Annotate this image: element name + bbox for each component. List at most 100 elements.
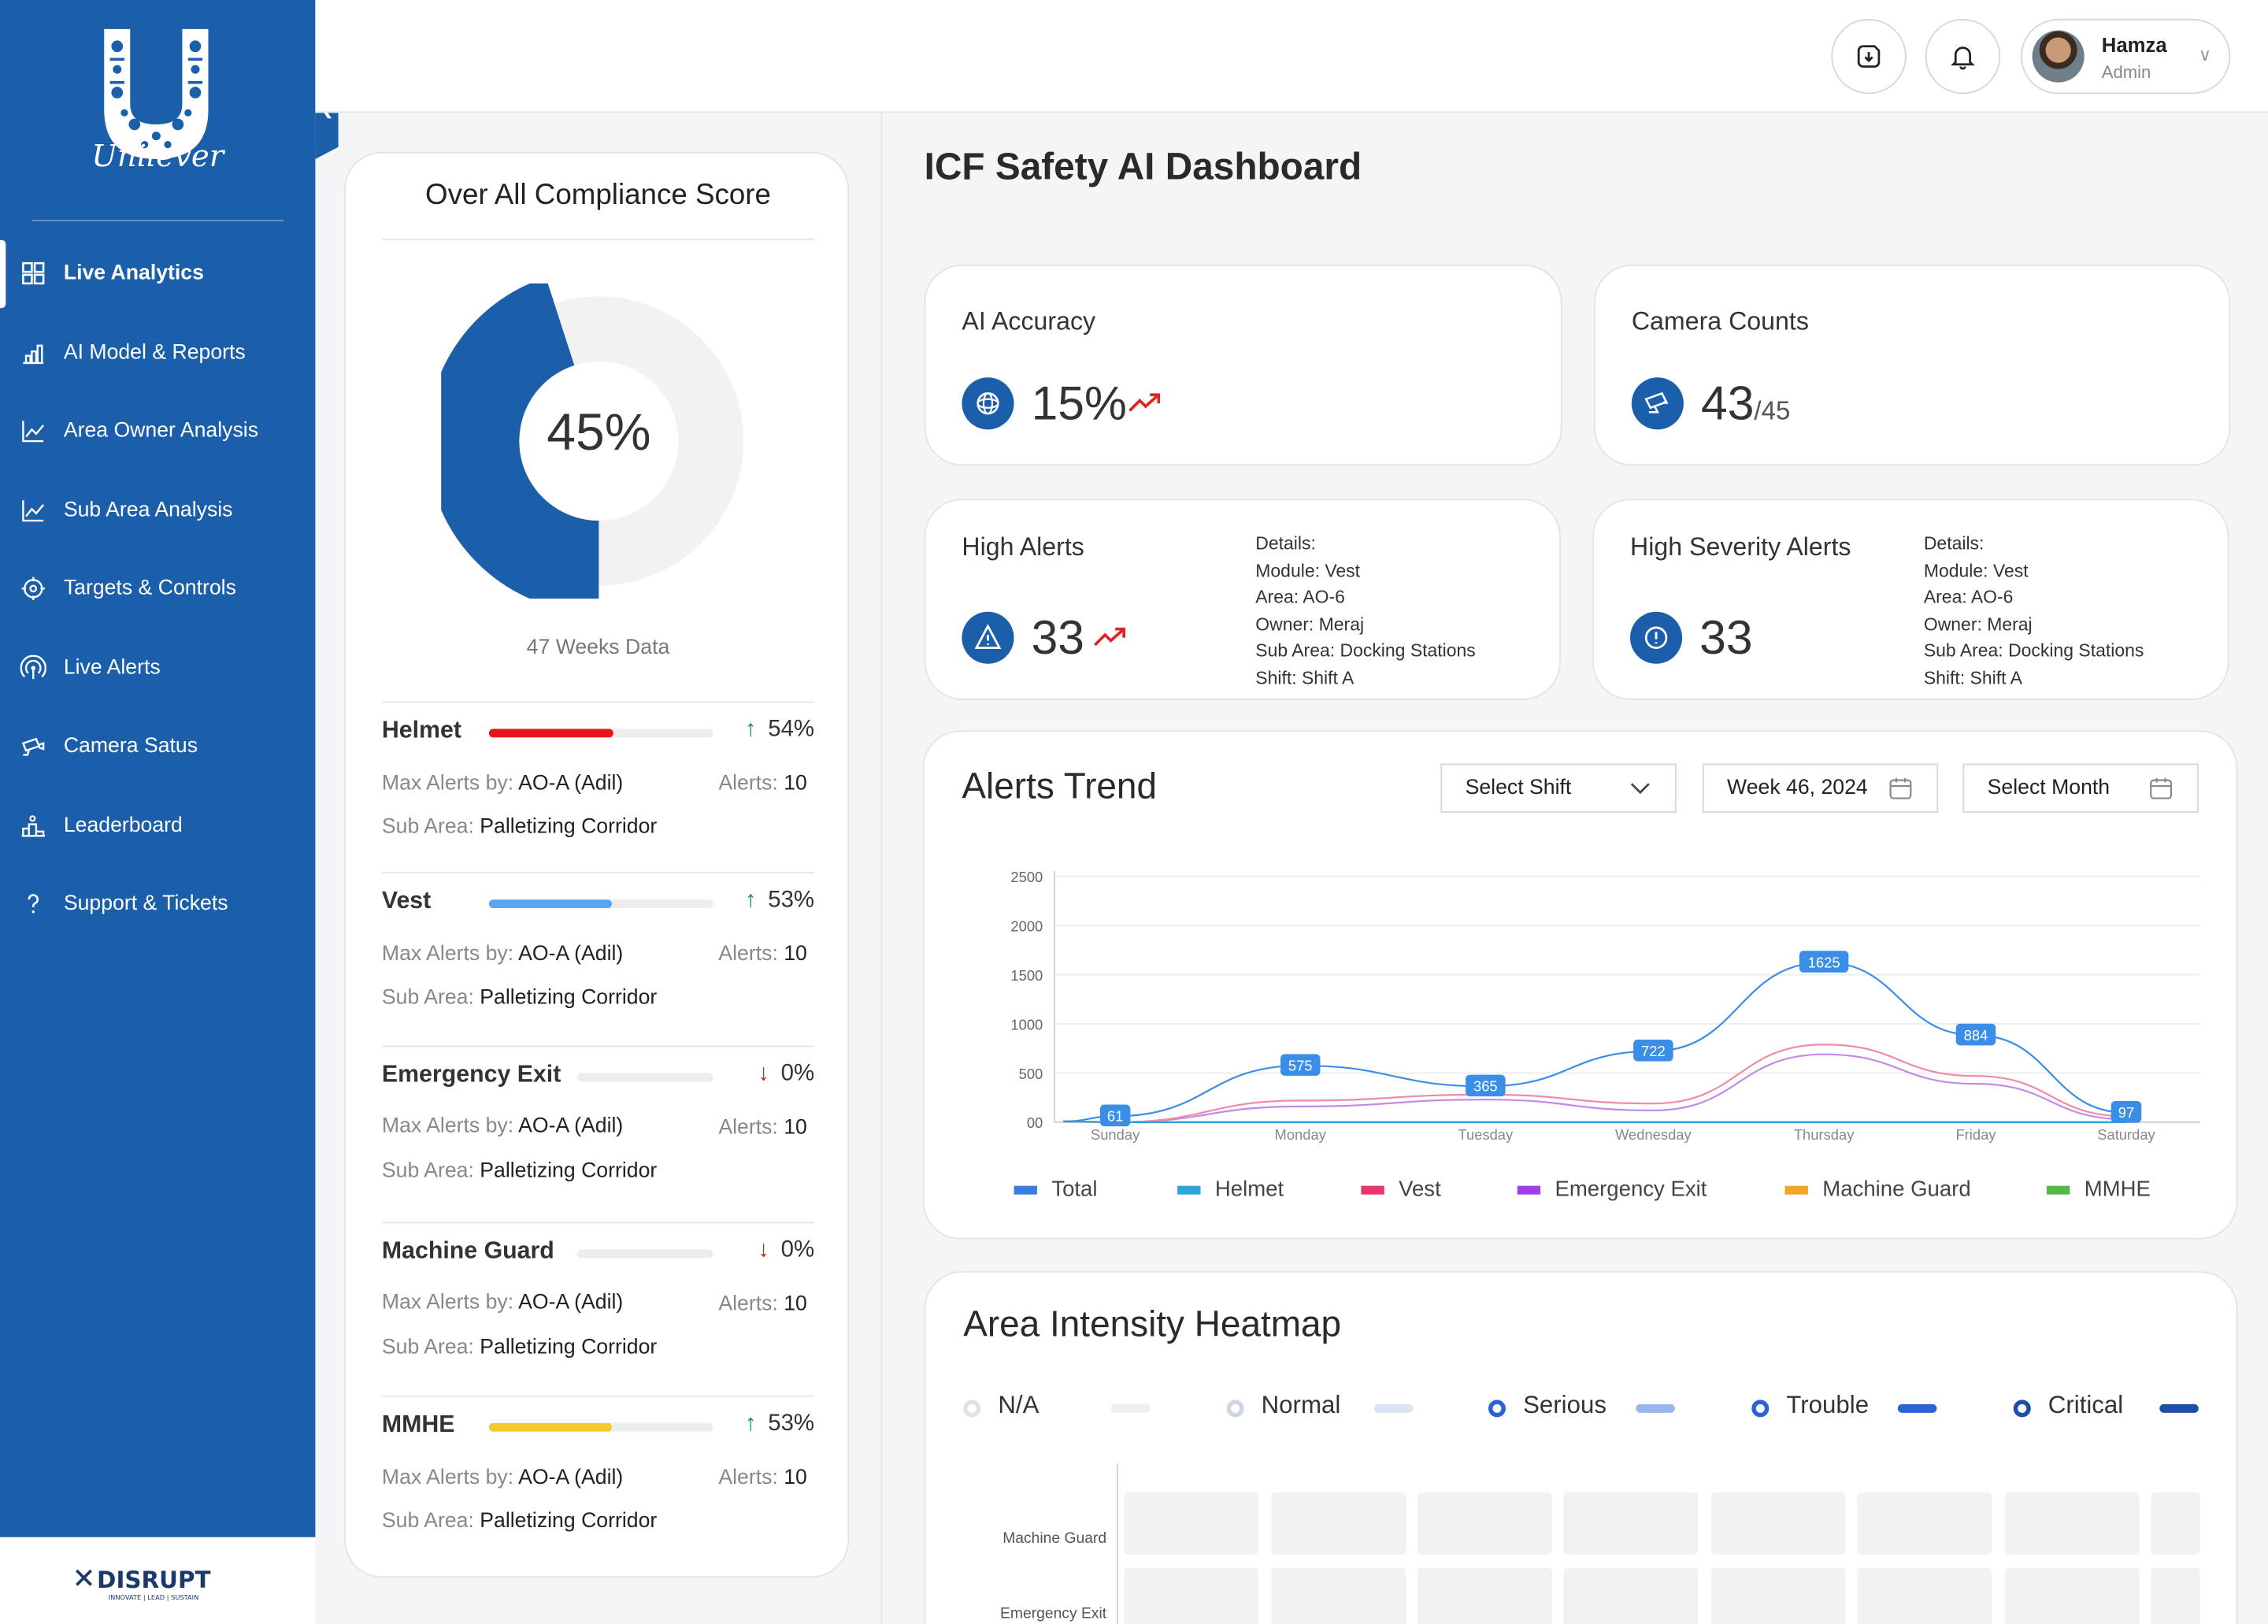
alerts-label: Alerts: [718,1116,778,1140]
arrow-up-icon: ↑ [744,1411,757,1437]
arrow-up-icon: ↑ [744,717,757,742]
legend-label: Machine Guard [1822,1177,1971,1202]
legend-bar [2159,1403,2199,1413]
heatmap-cell[interactable] [1857,1567,1992,1624]
sub-area-row: Sub Area: Palletizing Corridor [382,1510,657,1533]
series-line-emergency-exit [1062,1053,2126,1123]
camera-counts-card: Camera Counts 43/45 [1594,265,2231,466]
user-menu[interactable]: Hamza Admin ∨ [2020,18,2231,95]
legend-item[interactable]: MMHE [2046,1177,2151,1202]
category-name: Machine Guard [381,1237,554,1264]
y-tick-label: 500 [1019,1066,1043,1082]
heatmap-title: Area Intensity Heatmap [963,1304,1342,1345]
legend-bar [1373,1403,1414,1413]
sub-area-label: Sub Area: [381,1509,474,1533]
legend-label: Total [1051,1177,1098,1202]
download-button[interactable] [1831,18,1907,95]
category-progress-bar [576,1073,713,1082]
sub-area-value: Palletizing Corridor [480,1509,658,1533]
legend-swatch [1784,1185,1808,1194]
category-item: Emergency Exit ↓ 0% Max Alerts by: AO-A (Ad… [381,1047,815,1224]
legend-item[interactable]: Helmet [1177,1177,1284,1202]
line-chart-icon [22,421,45,443]
heatmap-cell[interactable] [1124,1492,1258,1555]
heatmap-cell[interactable] [1563,1567,1699,1624]
legend-bar [1897,1403,1937,1413]
heatmap-row-label: Emergency Exit [1000,1605,1107,1623]
alerts-count: Alerts: 10 [718,1117,807,1140]
sidebar-item-camera-satus[interactable]: Camera Satus [0,707,315,786]
legend-item[interactable]: Emergency Exit [1517,1177,1707,1202]
heatmap-cell[interactable] [2004,1492,2140,1555]
divider [381,238,815,240]
category-pct-value: 0% [780,1237,815,1262]
heatmap-card: Area Intensity Heatmap N/A Normal Serious T… [924,1270,2238,1624]
sidebar-item-support-tickets[interactable]: Support & Tickets [0,865,315,944]
sub-area-label: Sub Area: [381,1336,474,1359]
camera-icon [21,738,45,757]
heatmap-cell[interactable] [1271,1492,1406,1555]
high-severity-card: High Severity Alerts 33 Details: Module: … [1592,499,2229,700]
category-percentage: ↑ 53% [745,1411,814,1437]
top-bar: Hamza Admin ∨ [315,0,2268,113]
sidebar-item-live-alerts[interactable]: Live Alerts [0,628,315,707]
camera-count-number: 43 [1700,376,1755,430]
heatmap-cell[interactable] [1271,1567,1406,1624]
heatmap-cell[interactable] [1710,1567,1846,1624]
heatmap-cell[interactable] [1563,1492,1699,1555]
user-name: Hamza [2101,33,2167,57]
legend-item[interactable]: Total [1014,1177,1098,1202]
arrow-up-icon: ↑ [744,888,757,913]
heatmap-cell[interactable] [1710,1492,1846,1555]
heatmap-cell[interactable] [2151,1567,2200,1624]
max-alerts-label: Max Alerts by: [381,943,514,966]
heatmap-cell[interactable] [1857,1492,1992,1555]
svg-text:INNOVATE | LEAD | SUSTAIN: INNOVATE | LEAD | SUSTAIN [109,1593,199,1601]
legend-label: Critical [2048,1391,2124,1419]
y-tick-label: 00 [1027,1114,1043,1131]
sidebar-nav: Live Analytics AI Model & Reports Area Own… [0,234,315,944]
sub-area-value: Palletizing Corridor [480,1159,658,1183]
sidebar-item-ai-model-reports[interactable]: AI Model & Reports [0,313,315,392]
sub-area-value: Palletizing Corridor [480,986,658,1010]
legend-bar [1110,1403,1151,1413]
sidebar-item-live-analytics[interactable]: Live Analytics [0,234,315,313]
category-name: MMHE [381,1411,455,1438]
sidebar-item-targets-controls[interactable]: Targets & Controls [0,550,315,628]
legend-label: Trouble [1786,1391,1870,1419]
sidebar-item-area-owner-analysis[interactable]: Area Owner Analysis [0,392,315,471]
detail-line: Module: Vest [1923,560,2029,581]
max-alerts-label: Max Alerts by: [381,1466,514,1490]
heatmap-cell[interactable] [2004,1567,2140,1624]
avatar [2032,30,2085,83]
heatmap-cell[interactable] [2151,1492,2200,1555]
max-alerts-owner: AO-A (Adil) [518,1466,624,1490]
notifications-button[interactable] [1925,18,2001,95]
x-tick-label: Saturday [2097,1126,2155,1143]
kpi-title: High Alerts [962,532,1084,562]
bell-icon [1951,46,1975,70]
grid-icon [22,262,45,285]
detail-line: Shift: Shift A [1923,667,2022,688]
high-severity-details: Details: Module: Vest Area: AO-6 Owner: Mer… [1924,531,2144,691]
category-name: Vest [381,888,432,914]
legend-item[interactable]: Machine Guard [1784,1177,1971,1202]
sidebar-item-sub-area-analysis[interactable]: Sub Area Analysis [0,471,315,550]
sidebar-item-leaderboard[interactable]: Leaderboard [0,786,315,865]
question-icon [28,894,39,914]
user-role: Admin [2101,61,2151,83]
heatmap-cell[interactable] [1124,1567,1258,1624]
category-name: Helmet [381,717,461,743]
category-pct-value: 54% [768,717,815,742]
legend-label: Emergency Exit [1555,1177,1707,1202]
sidebar-item-label: Area Owner Analysis [63,419,259,443]
alerts-label: Alerts: [718,1466,778,1490]
heatmap-cell[interactable] [1417,1492,1552,1555]
x-tick-label: Thursday [1794,1126,1855,1143]
heatmap-cell[interactable] [1417,1567,1552,1624]
detail-line: Area: AO-6 [1923,587,2014,608]
trend-up-icon [1128,393,1161,412]
category-name: Emergency Exit [381,1061,561,1088]
legend-item[interactable]: Vest [1361,1177,1441,1202]
legend-dot [1226,1400,1244,1418]
